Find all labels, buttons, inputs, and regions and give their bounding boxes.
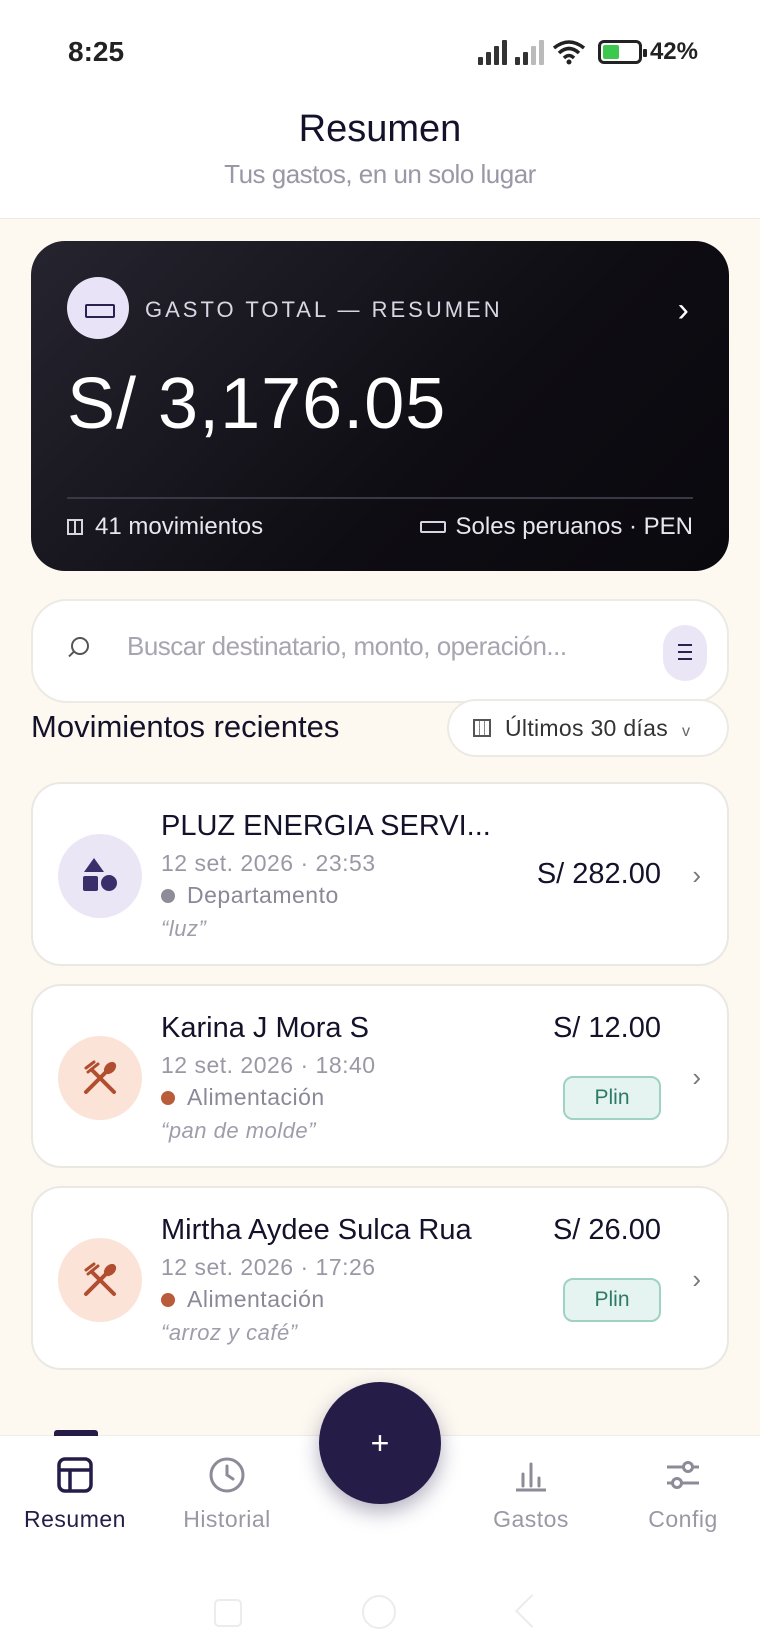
page-subtitle: Tus gastos, en un solo lugar [224, 159, 536, 189]
utensils-icon [84, 1060, 117, 1094]
nav-item-historial[interactable]: Historial [152, 1456, 302, 1533]
transaction-name: Mirtha Aydee Sulca Rua [161, 1214, 472, 1246]
nav-label: Gastos [493, 1506, 569, 1532]
currency-label: Soles peruanos · PEN [455, 513, 693, 540]
transaction-card[interactable]: Mirtha Aydee Sulca Rua 12 set. 2026 · 17… [31, 1186, 729, 1370]
battery-percentage: 42% [649, 38, 698, 65]
transaction-name: PLUZ ENERGIA SERVI... [161, 810, 491, 842]
transaction-amount: S/ 282.00 [536, 858, 661, 890]
utensils-icon [84, 1262, 117, 1296]
category-avatar [58, 834, 142, 918]
currency-info: Soles peruanos · PEN [419, 513, 693, 541]
transaction-note: “arroz y café” [161, 1320, 298, 1345]
category-label: Alimentación [187, 1286, 325, 1312]
movements-count: 41 movimientos [67, 513, 263, 541]
transaction-category: Alimentación [161, 1286, 325, 1313]
category-avatar [58, 1036, 142, 1120]
filter-icon [678, 644, 692, 660]
chevron-right-icon: › [692, 860, 701, 890]
search-bar[interactable] [31, 599, 729, 703]
back-button[interactable] [515, 1594, 549, 1628]
chevron-right-icon: › [692, 1062, 701, 1092]
nav-item-config[interactable]: Config [608, 1456, 758, 1533]
shapes-icon [83, 858, 117, 891]
transaction-note: “pan de molde” [161, 1118, 316, 1143]
category-dot [161, 1090, 175, 1105]
bill-icon [67, 277, 129, 339]
search-input[interactable] [127, 631, 607, 662]
nav-item-resumen[interactable]: Resumen [0, 1456, 150, 1533]
transaction-note: “luz” [161, 916, 207, 941]
transaction-date: 12 set. 2026 · 23:53 [161, 850, 376, 876]
transaction-card[interactable]: PLUZ ENERGIA SERVI... 12 set. 2026 · 23:… [31, 782, 729, 966]
transaction-name: Karina J Mora S [161, 1012, 369, 1044]
payment-method-badge: Plin [563, 1076, 661, 1120]
status-time: 8:25 [68, 36, 125, 67]
status-bar: 8:25 42% [0, 0, 760, 100]
total-amount: S/ 3,176.05 [67, 364, 447, 444]
nav-item-gastos[interactable]: Gastos [456, 1456, 606, 1533]
dashboard-icon [57, 1457, 93, 1493]
transaction-category: Departamento [161, 882, 339, 909]
transaction-amount: S/ 12.00 [552, 1012, 661, 1044]
chevron-down-icon: v [682, 723, 691, 740]
main-content[interactable]: GASTO TOTAL — RESUMEN › S/ 3,176.05 41 m… [0, 219, 760, 1435]
search-icon [71, 637, 89, 655]
transaction-card[interactable]: Karina J Mora S 12 set. 2026 · 18:40 Ali… [31, 984, 729, 1168]
recent-apps-button[interactable] [214, 1599, 242, 1627]
clock-icon [209, 1457, 245, 1493]
category-avatar [58, 1238, 142, 1322]
signal-icon [477, 39, 507, 65]
status-icons: 42% [477, 38, 698, 66]
transaction-date: 12 set. 2026 · 17:26 [161, 1254, 376, 1280]
calendar-icon [473, 719, 491, 737]
category-label: Alimentación [187, 1084, 325, 1110]
total-spending-card[interactable]: GASTO TOTAL — RESUMEN › S/ 3,176.05 41 m… [31, 241, 729, 571]
date-range-selector[interactable]: Últimos 30 días v [447, 699, 729, 757]
battery-icon [597, 40, 647, 64]
movements-count-label: 41 movimientos [95, 513, 264, 540]
active-tab-indicator [54, 1430, 98, 1436]
signal-icon [514, 39, 544, 65]
page-title: Resumen [298, 108, 462, 150]
category-dot [161, 888, 175, 903]
total-card-label: GASTO TOTAL — RESUMEN [145, 297, 503, 322]
nav-label: Config [648, 1506, 718, 1532]
sliders-icon [667, 1461, 699, 1489]
system-navigation-bar [0, 1565, 760, 1652]
category-label: Departamento [187, 882, 339, 908]
bar-chart-icon [516, 1462, 546, 1492]
chevron-right-icon[interactable]: › [678, 291, 689, 330]
card-divider [67, 497, 693, 499]
payment-method-badge: Plin [563, 1278, 661, 1322]
transaction-date: 12 set. 2026 · 18:40 [161, 1052, 376, 1078]
transaction-amount: S/ 26.00 [552, 1214, 661, 1246]
nav-label: Resumen [24, 1506, 126, 1532]
nav-label: Historial [183, 1506, 271, 1532]
chevron-right-icon: › [692, 1264, 701, 1294]
wifi-icon [552, 40, 586, 65]
add-expense-button[interactable]: + [319, 1382, 441, 1504]
date-range-label: Últimos 30 días [505, 714, 669, 741]
book-icon [67, 519, 83, 535]
page-header: Resumen Tus gastos, en un solo lugar [0, 108, 760, 190]
filter-button[interactable] [663, 625, 707, 681]
banknote-icon [419, 521, 446, 533]
transaction-category: Alimentación [161, 1084, 325, 1111]
category-dot [161, 1292, 175, 1307]
home-button[interactable] [362, 1595, 396, 1629]
recent-movements-title: Movimientos recientes [31, 709, 340, 744]
